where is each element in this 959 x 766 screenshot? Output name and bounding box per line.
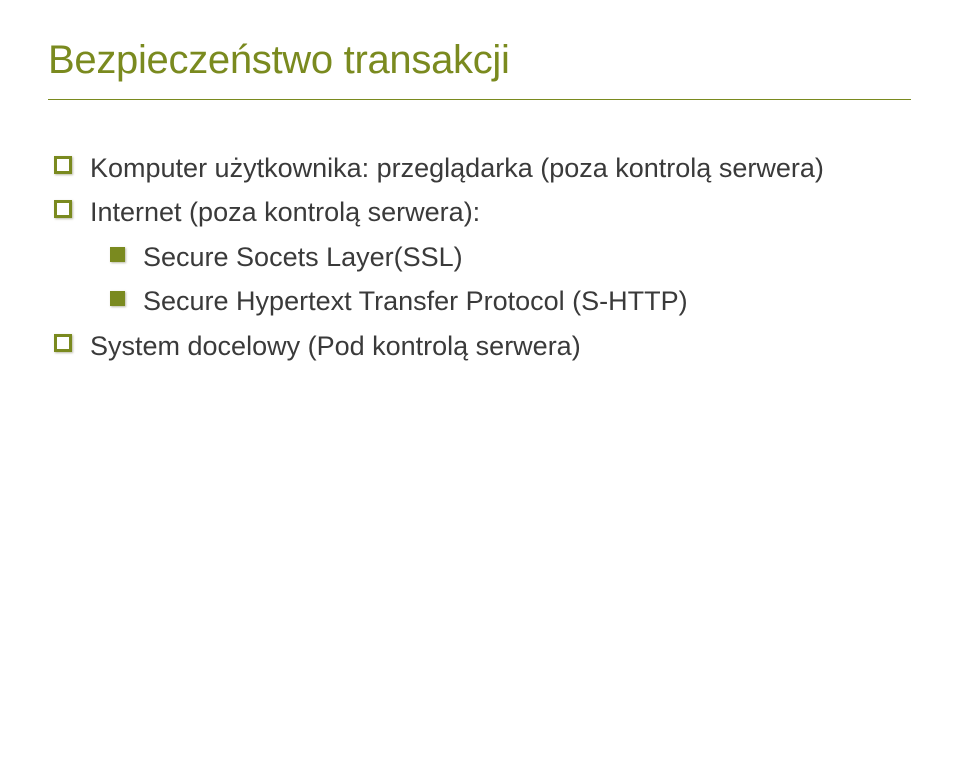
square-bullet-icon (54, 334, 72, 352)
list-item: Secure Hypertext Transfer Protocol (S-HT… (110, 283, 911, 319)
list-item: System docelowy (Pod kontrolą serwera) (54, 328, 911, 364)
bullet-list: Komputer użytkownika: przeglądarka (poza… (48, 150, 911, 364)
list-item: Komputer użytkownika: przeglądarka (poza… (54, 150, 911, 186)
list-item-text: Secure Socets Layer(SSL) (143, 239, 463, 275)
list-item-text: Internet (poza kontrolą serwera): (90, 194, 480, 230)
list-item-text: Komputer użytkownika: przeglądarka (poza… (90, 150, 824, 186)
square-fill-bullet-icon (110, 247, 125, 262)
square-bullet-icon (54, 156, 72, 174)
square-bullet-icon (54, 200, 72, 218)
square-fill-bullet-icon (110, 291, 125, 306)
list-item: Internet (poza kontrolą serwera): (54, 194, 911, 230)
list-item-text: Secure Hypertext Transfer Protocol (S-HT… (143, 283, 688, 319)
list-item-text: System docelowy (Pod kontrolą serwera) (90, 328, 581, 364)
slide-title: Bezpieczeństwo transakcji (48, 38, 911, 83)
title-underline (48, 99, 911, 100)
list-item: Secure Socets Layer(SSL) (110, 239, 911, 275)
